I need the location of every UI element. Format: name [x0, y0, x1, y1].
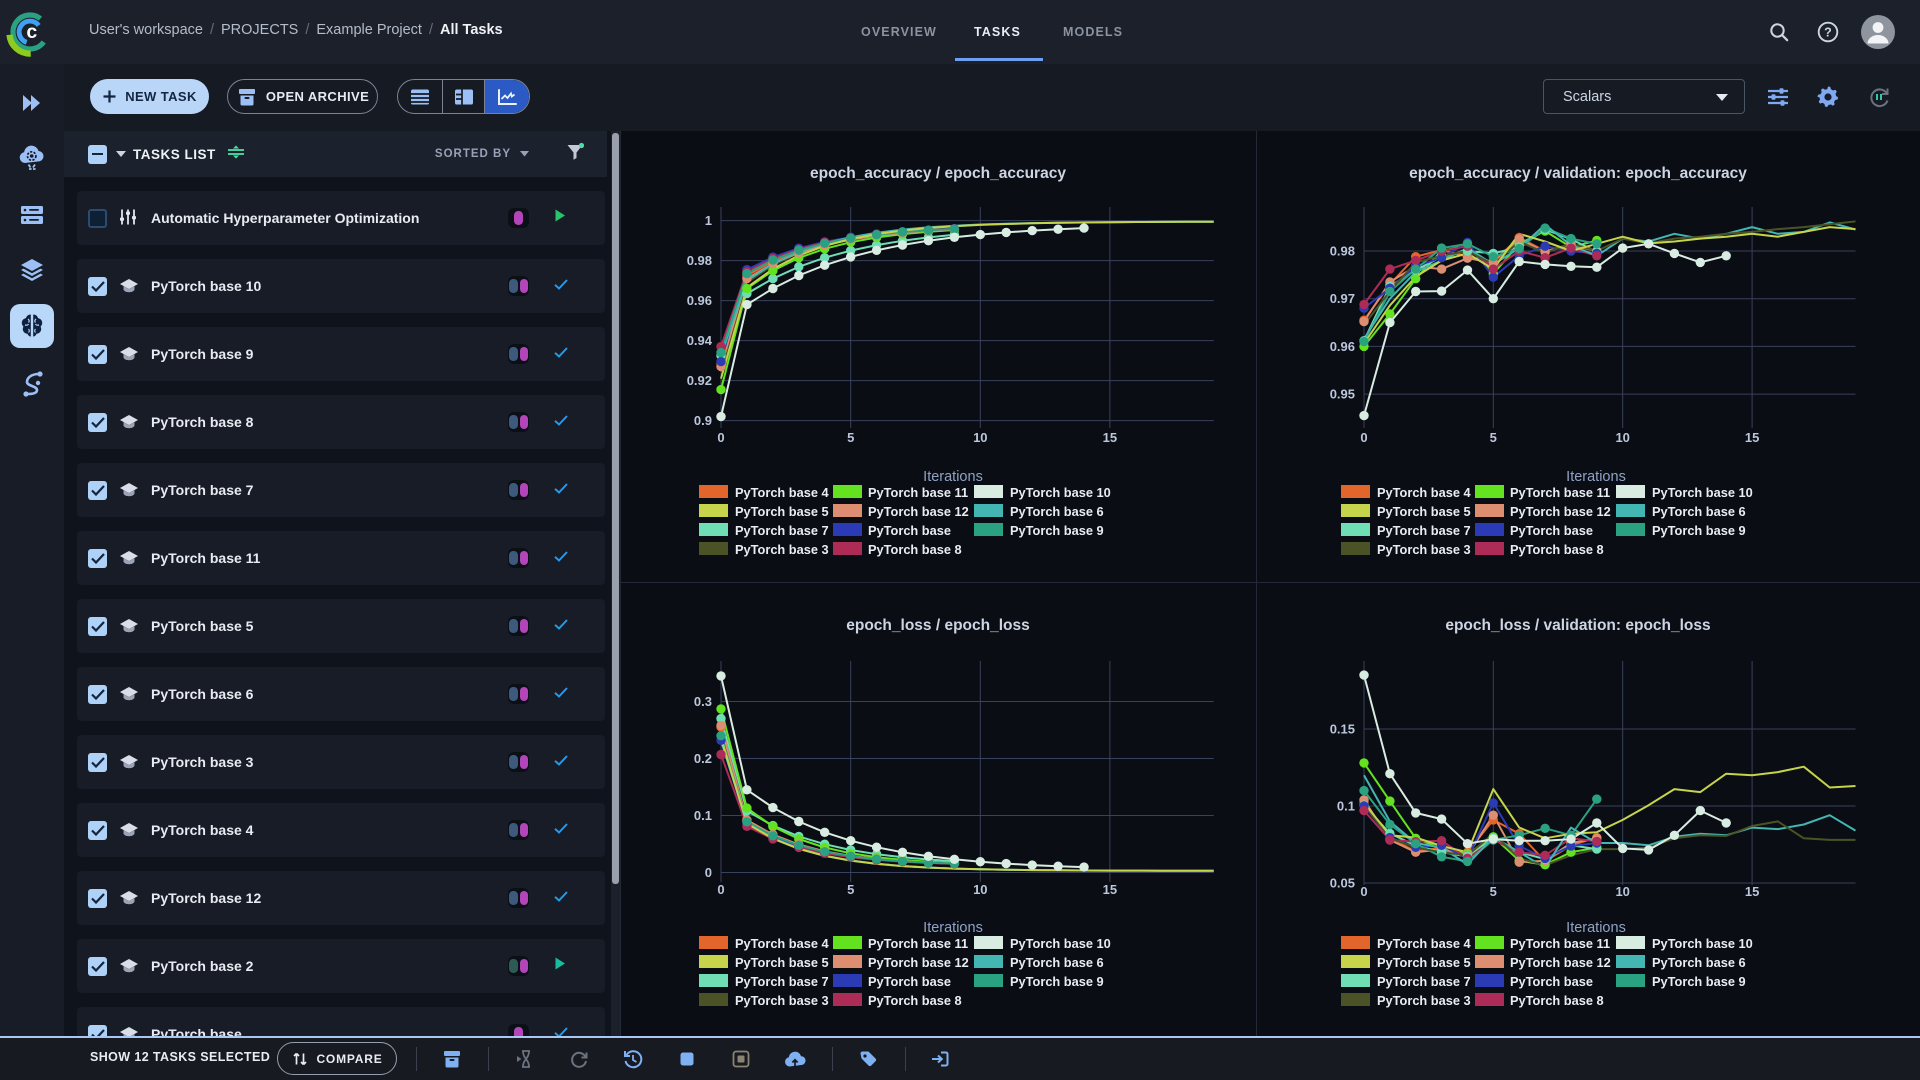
svg-text:5: 5 [847, 430, 854, 445]
svg-text:PyTorch base 3: PyTorch base 3 [1377, 542, 1471, 557]
svg-text:PyTorch base 4: PyTorch base 4 [735, 936, 830, 951]
svg-text:epoch_loss / epoch_loss: epoch_loss / epoch_loss [846, 617, 1029, 634]
svg-text:15: 15 [1745, 884, 1759, 899]
svg-text:PyTorch base 3: PyTorch base 3 [1377, 993, 1471, 1008]
svg-text:PyTorch base 5: PyTorch base 5 [735, 955, 829, 970]
svg-text:1: 1 [705, 213, 712, 228]
svg-text:PyTorch base 5: PyTorch base 5 [1377, 955, 1471, 970]
svg-text:0.98: 0.98 [1330, 244, 1355, 259]
svg-text:0: 0 [717, 882, 724, 897]
svg-text:PyTorch base 4: PyTorch base 4 [735, 485, 830, 500]
svg-text:PyTorch base 12: PyTorch base 12 [1510, 504, 1611, 519]
svg-text:Iterations: Iterations [923, 469, 983, 485]
svg-text:PyTorch base 8: PyTorch base 8 [1510, 542, 1604, 557]
svg-text:c: c [26, 21, 37, 43]
svg-text:PyTorch base 12: PyTorch base 12 [868, 504, 969, 519]
svg-text:5: 5 [1490, 430, 1497, 445]
svg-text:PyTorch base 10: PyTorch base 10 [1010, 936, 1111, 951]
svg-text:Iterations: Iterations [1566, 920, 1626, 936]
svg-text:10: 10 [1615, 430, 1629, 445]
svg-text:PyTorch base 7: PyTorch base 7 [735, 523, 829, 538]
svg-text:0.94: 0.94 [687, 333, 713, 348]
svg-text:15: 15 [1745, 430, 1759, 445]
svg-text:PyTorch base 10: PyTorch base 10 [1010, 485, 1111, 500]
svg-text:PyTorch base 7: PyTorch base 7 [1377, 974, 1471, 989]
svg-text:0.92: 0.92 [687, 373, 712, 388]
svg-text:PyTorch base: PyTorch base [1510, 974, 1593, 989]
svg-text:PyTorch base 11: PyTorch base 11 [868, 485, 968, 500]
svg-text:PyTorch base 12: PyTorch base 12 [1510, 955, 1611, 970]
svg-text:PyTorch base 3: PyTorch base 3 [735, 542, 829, 557]
svg-text:PyTorch base 7: PyTorch base 7 [735, 974, 829, 989]
svg-text:0.95: 0.95 [1330, 387, 1355, 402]
svg-text:10: 10 [973, 430, 987, 445]
svg-text:PyTorch base 11: PyTorch base 11 [1510, 485, 1610, 500]
svg-text:PyTorch base: PyTorch base [1510, 523, 1593, 538]
svg-text:0.98: 0.98 [687, 253, 712, 268]
svg-text:PyTorch base 6: PyTorch base 6 [1652, 504, 1746, 519]
svg-text:PyTorch base 11: PyTorch base 11 [1510, 936, 1610, 951]
svg-text:PyTorch base 9: PyTorch base 9 [1652, 974, 1746, 989]
svg-text:?: ? [1824, 26, 1832, 40]
svg-text:PyTorch base 4: PyTorch base 4 [1377, 485, 1472, 500]
svg-text:PyTorch base 5: PyTorch base 5 [735, 504, 829, 519]
svg-text:PyTorch base 10: PyTorch base 10 [1652, 936, 1753, 951]
svg-text:Iterations: Iterations [1566, 469, 1626, 485]
svg-text:0: 0 [1360, 884, 1367, 899]
svg-text:0.1: 0.1 [1337, 799, 1355, 814]
svg-text:0.96: 0.96 [687, 293, 712, 308]
svg-text:0.3: 0.3 [694, 694, 712, 709]
svg-text:PyTorch base 8: PyTorch base 8 [868, 542, 962, 557]
svg-text:PyTorch base 8: PyTorch base 8 [868, 993, 962, 1008]
svg-text:PyTorch base 8: PyTorch base 8 [1510, 993, 1604, 1008]
svg-text:epoch_accuracy / epoch_accurac: epoch_accuracy / epoch_accuracy [810, 165, 1066, 182]
svg-text:PyTorch base: PyTorch base [868, 523, 951, 538]
svg-text:0: 0 [717, 430, 724, 445]
svg-text:PyTorch base 5: PyTorch base 5 [1377, 504, 1471, 519]
svg-text:10: 10 [973, 882, 987, 897]
svg-text:Iterations: Iterations [923, 920, 983, 936]
svg-text:epoch_loss / validation: epoch: epoch_loss / validation: epoch_loss [1445, 617, 1710, 634]
svg-text:5: 5 [847, 882, 854, 897]
svg-text:PyTorch base 4: PyTorch base 4 [1377, 936, 1472, 951]
svg-text:PyTorch base 6: PyTorch base 6 [1652, 955, 1746, 970]
svg-text:PyTorch base 10: PyTorch base 10 [1652, 485, 1753, 500]
svg-text:0.96: 0.96 [1330, 339, 1355, 354]
svg-text:0.15: 0.15 [1330, 722, 1355, 737]
svg-text:PyTorch base 3: PyTorch base 3 [735, 993, 829, 1008]
svg-text:15: 15 [1103, 882, 1117, 897]
svg-text:PyTorch base 9: PyTorch base 9 [1010, 974, 1104, 989]
svg-text:0.1: 0.1 [694, 808, 712, 823]
svg-text:0.2: 0.2 [694, 751, 712, 766]
svg-text:0.9: 0.9 [694, 413, 712, 428]
svg-text:PyTorch base 12: PyTorch base 12 [868, 955, 969, 970]
svg-text:PyTorch base 6: PyTorch base 6 [1010, 955, 1104, 970]
svg-text:10: 10 [1615, 884, 1629, 899]
svg-text:epoch_accuracy / validation: e: epoch_accuracy / validation: epoch_accur… [1409, 165, 1747, 182]
svg-text:PyTorch base 9: PyTorch base 9 [1652, 523, 1746, 538]
svg-text:0.97: 0.97 [1330, 291, 1355, 306]
svg-text:0.05: 0.05 [1330, 876, 1355, 891]
svg-text:5: 5 [1490, 884, 1497, 899]
svg-text:15: 15 [1103, 430, 1117, 445]
svg-text:PyTorch base 11: PyTorch base 11 [868, 936, 968, 951]
svg-text:PyTorch base 7: PyTorch base 7 [1377, 523, 1471, 538]
svg-text:0: 0 [1360, 430, 1367, 445]
svg-text:PyTorch base 6: PyTorch base 6 [1010, 504, 1104, 519]
svg-text:PyTorch base: PyTorch base [868, 974, 951, 989]
svg-text:0: 0 [705, 865, 712, 880]
svg-text:PyTorch base 9: PyTorch base 9 [1010, 523, 1104, 538]
